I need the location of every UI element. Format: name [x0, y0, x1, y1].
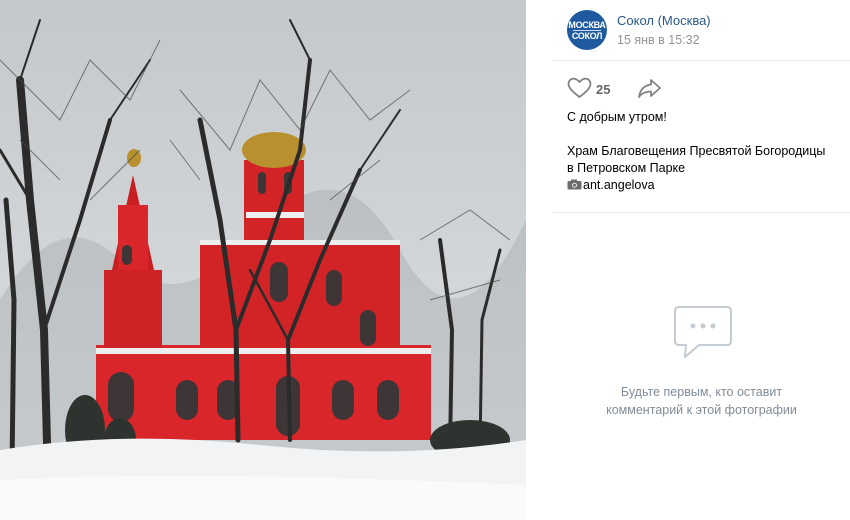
post-greeting: С добрым утром! — [567, 110, 667, 124]
post-header: МОСКВА СОКОЛ Сокол (Москва) 15 янв в 15:… — [553, 0, 850, 61]
post-caption-line-2: в Петровском Парке — [567, 161, 686, 175]
post-actions: 25 — [553, 61, 850, 101]
comments-empty-line-2: комментарий к этой фотографии — [606, 403, 797, 417]
church-photo — [0, 0, 526, 520]
comments-divider — [553, 212, 850, 213]
comments-empty-text: Будьте первым, кто оставит комментарий к… — [553, 383, 850, 419]
avatar-text-top: МОСКВА — [568, 20, 606, 30]
comments-empty-line-1: Будьте первым, кто оставит — [620, 385, 783, 399]
like-heart-icon[interactable] — [567, 77, 592, 99]
camera-icon — [567, 179, 582, 190]
community-name-link[interactable]: Сокол (Москва) — [617, 13, 711, 28]
share-arrow-icon[interactable] — [637, 77, 663, 99]
comments-empty-icon — [674, 306, 732, 358]
avatar-text-bottom: СОКОЛ — [571, 31, 603, 41]
likes-count: 25 — [596, 82, 611, 97]
post-date-link[interactable]: 15 янв в 15:32 — [617, 33, 700, 47]
post-caption-line-1: Храм Благовещения Пресвятой Богородицы — [567, 144, 826, 158]
community-avatar[interactable]: МОСКВА СОКОЛ — [567, 10, 607, 50]
photo-credit: ant.angelova — [567, 177, 655, 194]
post-photo[interactable] — [0, 0, 526, 520]
post-panel: МОСКВА СОКОЛ Сокол (Москва) 15 янв в 15:… — [553, 0, 850, 520]
photographer-name: ant.angelova — [583, 178, 655, 192]
